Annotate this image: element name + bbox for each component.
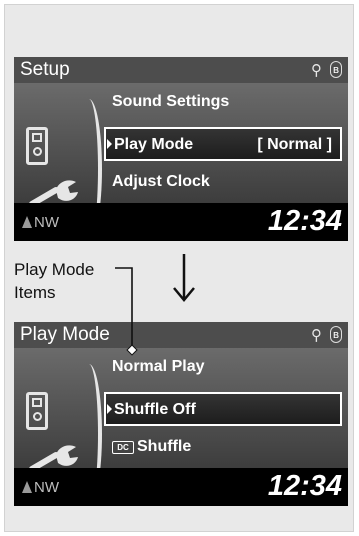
menu-item-shuffle-off-selected[interactable]: Shuffle Off	[104, 392, 342, 426]
clock-display: 12:34	[267, 470, 342, 502]
screen-title: Setup	[20, 59, 70, 80]
callout-line2: Items	[14, 283, 56, 302]
menu-item-adjust-clock[interactable]: Adjust Clock	[112, 173, 210, 191]
compass-direction: NW	[34, 479, 59, 496]
menu-item-dc-shuffle[interactable]: DC Shuffle	[112, 438, 191, 456]
menu-item-normal-play[interactable]: Normal Play	[112, 358, 204, 376]
usb-icon: ⚲	[311, 326, 322, 344]
callout-line1: Play Mode	[14, 260, 95, 279]
ipod-icon	[26, 392, 48, 430]
north-arrow-icon	[22, 481, 32, 493]
compass-direction: NW	[34, 214, 59, 231]
screen-title: Play Mode	[20, 324, 110, 345]
selected-item-label: Shuffle Off	[114, 401, 196, 418]
usb-icon: ⚲	[311, 61, 322, 79]
menu-item-label: Shuffle	[137, 438, 192, 455]
menu-item-sound-settings[interactable]: Sound Settings	[112, 93, 229, 111]
play-mode-screen: Play Mode ⚲ ʙ Normal Play Shuffle Off DC…	[14, 322, 348, 506]
status-bar: NW 12:34	[14, 468, 348, 506]
clock-display: 12:34	[267, 205, 342, 237]
title-bar: Setup ⚲ ʙ	[14, 57, 348, 83]
north-arrow-icon	[22, 216, 32, 228]
title-bar: Play Mode ⚲ ʙ	[14, 322, 348, 348]
menu-item-play-mode-selected[interactable]: Play Mode [ Normal ]	[104, 127, 342, 161]
bluetooth-icon: ʙ	[330, 61, 342, 78]
status-bar: NW 12:34	[14, 203, 348, 241]
selected-item-label: Play Mode	[114, 136, 194, 153]
bluetooth-icon: ʙ	[330, 326, 342, 343]
callout-label: Play Mode Items	[14, 258, 94, 304]
selected-item-value: [ Normal ]	[257, 136, 332, 153]
setup-screen: Setup ⚲ ʙ Sound Settings Play Mode [ Nor…	[14, 57, 348, 241]
selection-cursor-icon	[107, 139, 112, 149]
dc-badge-icon: DC	[112, 441, 134, 454]
ipod-icon	[26, 127, 48, 165]
selection-cursor-icon	[107, 404, 112, 414]
